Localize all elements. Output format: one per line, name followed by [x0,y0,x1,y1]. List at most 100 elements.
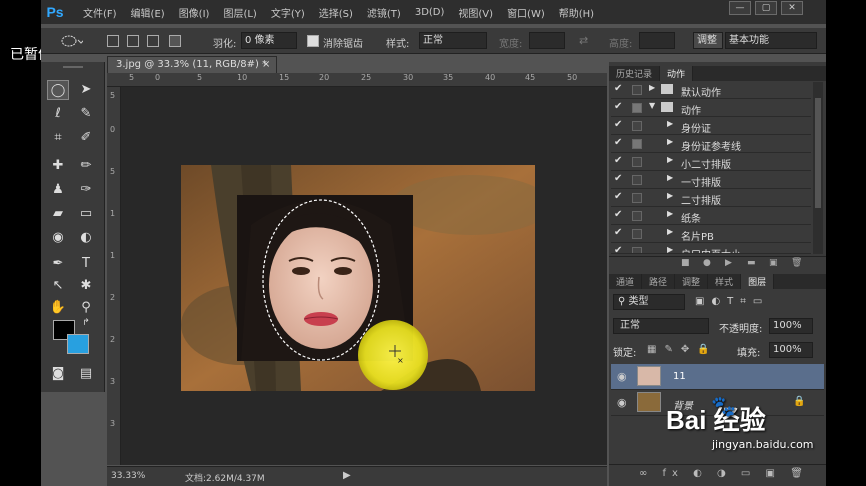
height-input[interactable] [639,32,675,49]
new-action-icon[interactable]: ▣ [769,258,778,268]
lasso-tool-icon[interactable]: ℓ [47,104,69,124]
minimize-button[interactable]: — [729,1,751,15]
blur-tool-icon[interactable]: ◉ [47,228,69,248]
elliptical-marquee-preset-icon[interactable] [61,34,83,48]
tab-adjustments[interactable]: 调整 [675,274,709,289]
lock-icons[interactable]: ▦✎✥🔒 [647,344,718,355]
action-row[interactable]: ✔ ▶ 户口内页大小 [611,244,811,254]
action-row[interactable]: ✔ ▼ 动作 [611,100,811,117]
tab-styles[interactable]: 样式 [708,274,742,289]
status-menu-arrow-icon[interactable]: ▶ [343,470,351,481]
healing-brush-tool-icon[interactable]: ✚ [47,156,69,176]
workspace-select[interactable]: 基本功能 [725,32,817,49]
subtract-selection-icon[interactable] [147,35,159,47]
menu-filter[interactable]: 滤镜(T) [367,5,401,20]
swap-icon[interactable]: ⇄ [579,34,588,47]
clone-stamp-tool-icon[interactable]: ♟ [47,180,69,200]
restore-button[interactable]: ▢ [755,1,777,15]
action-row[interactable]: ✔ ▶ 身份证 [611,118,811,135]
pen-tool-icon[interactable]: ✒ [47,254,69,274]
canvas-area[interactable]: × [121,87,607,465]
expand-triangle-icon[interactable]: ▶ [667,173,673,182]
action-row[interactable]: ✔ ▶ 一寸排版 [611,172,811,189]
feather-input[interactable]: 0 像素 [241,32,297,49]
expand-triangle-icon[interactable]: ▶ [667,209,673,218]
zoom-level[interactable]: 33.33% [111,471,145,481]
menu-3d[interactable]: 3D(D) [415,7,445,18]
action-row[interactable]: ✔ ▶ 身份证参考线 [611,136,811,153]
tab-actions[interactable]: 动作 [660,66,694,81]
layer-row[interactable]: ◉ 11 [611,364,824,390]
intersect-selection-icon[interactable] [169,35,181,47]
actions-scrollbar[interactable] [813,82,823,254]
blend-mode-select[interactable]: 正常 [613,318,709,334]
add-selection-icon[interactable] [127,35,139,47]
crop-tool-icon[interactable]: ⌗ [47,128,69,148]
gradient-tool-icon[interactable]: ▭ [75,204,97,224]
new-selection-icon[interactable] [107,35,119,47]
fill-input[interactable]: 100% [769,342,813,358]
expand-triangle-icon[interactable]: ▶ [667,155,673,164]
menu-window[interactable]: 窗口(W) [507,5,545,20]
width-input[interactable] [529,32,565,49]
tab-layers[interactable]: 图层 [741,274,775,289]
menu-help[interactable]: 帮助(H) [559,5,594,20]
expand-triangle-icon[interactable]: ▶ [667,119,673,128]
record-icon[interactable]: ● [703,258,711,268]
marquee-tool-icon[interactable]: ◯ [47,80,69,100]
action-row[interactable]: ✔ ▶ 小二寸排版 [611,154,811,171]
refine-edge-button[interactable]: 调整 [693,32,723,49]
history-brush-tool-icon[interactable]: ✑ [75,180,97,200]
menu-edit[interactable]: 编辑(E) [131,5,165,20]
style-select[interactable]: 正常 [419,32,487,49]
menu-file[interactable]: 文件(F) [83,5,117,20]
close-tab-icon[interactable]: × [262,57,270,73]
eraser-tool-icon[interactable]: ▰ [47,204,69,224]
hand-tool-icon[interactable]: ✋ [47,298,69,318]
zoom-tool-icon[interactable]: ⚲ [75,298,97,318]
antialias-checkbox[interactable] [307,35,319,47]
action-row[interactable]: ✔ ▶ 名片PB [611,226,811,243]
type-tool-icon[interactable]: T [75,254,97,274]
play-icon[interactable]: ▶ [725,258,732,268]
expand-triangle-icon[interactable]: ▶ [667,227,673,236]
layers-toolbar[interactable]: ∞ fx ◐ ◑ ▭ ▣ 🗑 [609,464,826,482]
delete-icon[interactable]: 🗑 [791,258,802,268]
menu-image[interactable]: 图像(I) [179,5,210,20]
action-row[interactable]: ✔ ▶ 二寸排版 [611,190,811,207]
quick-select-tool-icon[interactable]: ✎ [75,104,97,124]
quick-mask-icon[interactable]: ◙ [47,364,69,384]
action-row[interactable]: ✔ ▶ 默认动作 [611,82,811,99]
expand-triangle-icon[interactable]: ▶ [649,83,655,92]
expand-triangle-icon[interactable]: ▶ [667,245,673,253]
expand-triangle-icon[interactable]: ▶ [667,137,673,146]
menu-type[interactable]: 文字(Y) [271,5,305,20]
background-color-swatch[interactable] [67,334,89,354]
menu-select[interactable]: 选择(S) [319,5,353,20]
action-row[interactable]: ✔ ▶ 纸条 [611,208,811,225]
dodge-tool-icon[interactable]: ◐ [75,228,97,248]
opacity-input[interactable]: 100% [769,318,813,334]
menu-view[interactable]: 视图(V) [458,5,493,20]
document-image[interactable]: × [181,165,535,391]
expand-triangle-icon[interactable]: ▶ [667,191,673,200]
stop-icon[interactable]: ■ [681,258,690,268]
screen-mode-icon[interactable]: ▤ [75,364,97,384]
move-tool-icon[interactable]: ➤ [75,80,97,100]
eyedropper-tool-icon[interactable]: ✐ [75,128,97,148]
menu-layer[interactable]: 图层(L) [223,5,256,20]
tab-history[interactable]: 历史记录 [609,66,661,81]
swap-colors-icon[interactable]: ↱ [79,316,93,330]
shape-tool-icon[interactable]: ✱ [75,276,97,296]
visibility-eye-icon[interactable]: ◉ [617,396,627,409]
visibility-eye-icon[interactable]: ◉ [617,370,627,383]
new-set-icon[interactable]: ▬ [747,258,756,268]
tab-channels[interactable]: 通道 [609,274,643,289]
collapse-triangle-icon[interactable]: ▼ [649,101,655,110]
layer-filter-icons[interactable]: ▣◐T⌗▭ [695,296,769,307]
tab-paths[interactable]: 路径 [642,274,676,289]
path-select-tool-icon[interactable]: ↖ [47,276,69,296]
document-tab[interactable]: 3.jpg @ 33.3% (11, RGB/8#) * × [107,56,277,73]
brush-tool-icon[interactable]: ✏ [75,156,97,176]
close-button[interactable]: ✕ [781,1,803,15]
